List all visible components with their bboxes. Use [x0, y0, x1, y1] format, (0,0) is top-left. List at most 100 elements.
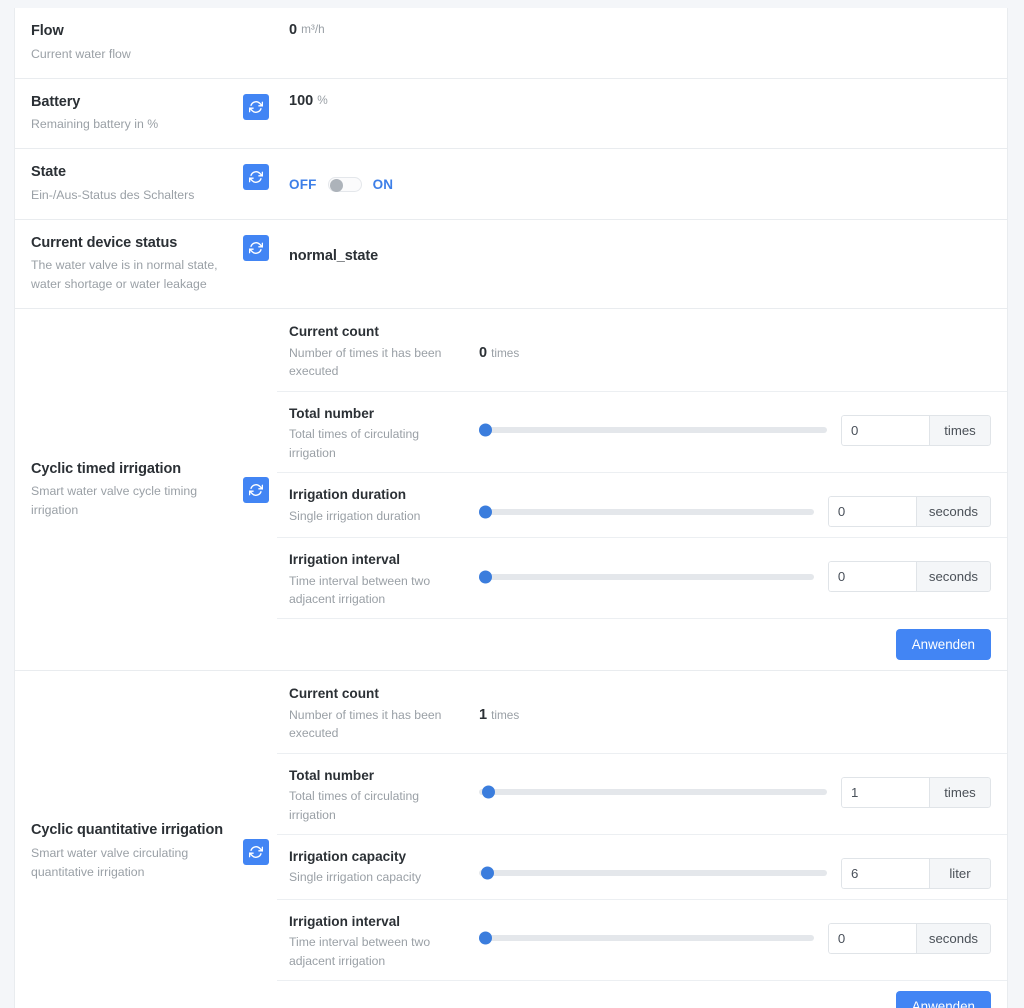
expose-label-battery: Battery Remaining battery in % — [15, 79, 277, 149]
expose-description: Smart water valve cycle timing irrigatio… — [31, 484, 198, 518]
sub-description: Single irrigation duration — [289, 508, 421, 523]
expose-description: Remaining battery in % — [31, 117, 159, 132]
apply-button-cyclic-quantitative[interactable]: Anwenden — [895, 990, 991, 1008]
flow-value: 0 — [289, 22, 298, 38]
expose-label-device-status: Current device status The water valve is… — [15, 220, 277, 309]
sub-title: Irrigation interval — [289, 913, 401, 929]
irrigation-interval-slider[interactable] — [479, 931, 814, 945]
slider-thumb[interactable] — [481, 866, 494, 880]
expose-label-state: State Ein-/Aus-Status des Schalters — [15, 149, 277, 219]
total-number-unit: times — [929, 776, 991, 808]
toggle-knob — [329, 178, 343, 192]
expose-value-device-status: normal_state — [277, 220, 1007, 309]
state-toggle[interactable] — [327, 176, 362, 192]
expose-description: Current water flow — [31, 46, 131, 61]
slider-thumb[interactable] — [479, 931, 492, 945]
sub-row-irrigation-interval: Irrigation interval Time interval betwee… — [277, 900, 1007, 980]
slider-track — [479, 573, 814, 580]
sub-title: Total number — [289, 405, 375, 421]
slider-thumb[interactable] — [479, 505, 492, 519]
expose-title: Cyclic quantitative irrigation — [31, 822, 223, 839]
expose-title: State — [31, 164, 66, 181]
device-status-value: normal_state — [289, 247, 379, 264]
current-count-value: 1 — [479, 707, 488, 724]
sub-row-total-number: Total number Total times of circulating … — [277, 392, 1007, 474]
refresh-button-battery[interactable] — [243, 93, 269, 120]
refresh-icon — [249, 170, 263, 184]
slider-thumb[interactable] — [482, 785, 495, 799]
irrigation-interval-input-group[interactable]: 0 seconds — [827, 561, 991, 593]
sub-title: Current count — [289, 686, 379, 702]
expose-label-cyclic-timed: Cyclic timed irrigation Smart water valv… — [15, 309, 277, 670]
expose-title: Battery — [31, 93, 81, 110]
toggle-on-label[interactable]: ON — [373, 177, 394, 192]
expose-value-state: OFF ON — [277, 149, 1007, 219]
expose-title: Cyclic timed irrigation — [31, 460, 181, 477]
expose-row-cyclic-timed-irrigation: Cyclic timed irrigation Smart water valv… — [15, 309, 1007, 672]
irrigation-interval-input[interactable]: 0 — [827, 922, 916, 954]
expose-row-device-status: Current device status The water valve is… — [15, 220, 1007, 310]
refresh-button-device-status[interactable] — [243, 234, 269, 261]
irrigation-duration-input[interactable]: 0 — [827, 496, 916, 528]
slider-track — [479, 789, 827, 796]
expose-title: Flow — [31, 23, 64, 39]
total-number-input[interactable]: 1 — [841, 776, 929, 808]
sub-description: Number of times it has been executed — [289, 346, 442, 379]
slider-thumb[interactable] — [479, 570, 492, 584]
sub-description: Single irrigation capacity — [289, 870, 422, 885]
sub-title: Total number — [289, 767, 375, 783]
total-number-unit: times — [929, 414, 991, 446]
sub-row-irrigation-duration: Irrigation duration Single irrigation du… — [277, 473, 1007, 539]
expose-row-battery: Battery Remaining battery in % 100 % — [15, 79, 1007, 150]
device-exposes-page: Flow Current water flow 0 m³/h Battery R… — [0, 0, 1024, 1008]
sub-title: Irrigation capacity — [289, 848, 407, 864]
sub-title: Current count — [289, 324, 379, 340]
irrigation-interval-unit: seconds — [915, 922, 991, 954]
current-count-value: 0 — [479, 345, 488, 362]
refresh-button-state[interactable] — [243, 164, 269, 191]
slider-track — [479, 870, 827, 877]
expose-row-cyclic-quantitative-irrigation: Cyclic quantitative irrigation Smart wat… — [15, 671, 1007, 1008]
sub-description: Total times of circulating irrigation — [289, 427, 420, 460]
irrigation-duration-slider[interactable] — [479, 505, 814, 519]
exposes-card: Flow Current water flow 0 m³/h Battery R… — [14, 8, 1008, 1008]
cyclic-quantitative-apply-row: Anwenden — [277, 980, 1007, 1008]
expose-description: Smart water valve circulating quantitati… — [31, 845, 189, 879]
total-number-input-group[interactable]: 1 times — [841, 776, 991, 808]
slider-thumb[interactable] — [479, 423, 492, 437]
expose-description: Ein-/Aus-Status des Schalters — [31, 187, 195, 202]
sub-title: Irrigation duration — [289, 487, 407, 503]
expose-value-flow: 0 m³/h — [277, 8, 1007, 78]
battery-value: 100 — [289, 92, 314, 109]
sub-row-irrigation-capacity: Irrigation capacity Single irrigation ca… — [277, 835, 1007, 900]
sub-description: Number of times it has been executed — [289, 707, 442, 741]
total-number-input[interactable]: 0 — [841, 414, 929, 446]
sub-description: Total times of circulating irrigation — [289, 789, 420, 822]
total-number-input-group[interactable]: 0 times — [841, 414, 991, 446]
irrigation-capacity-slider[interactable] — [479, 866, 827, 880]
cyclic-timed-sub-rows: Current count Number of times it has bee… — [277, 309, 1007, 670]
irrigation-interval-input-group[interactable]: 0 seconds — [827, 922, 991, 954]
expose-title: Current device status — [31, 234, 178, 251]
toggle-off-label[interactable]: OFF — [289, 177, 317, 192]
irrigation-interval-slider[interactable] — [479, 570, 814, 584]
expose-row-state: State Ein-/Aus-Status des Schalters OFF … — [15, 149, 1007, 220]
refresh-icon — [249, 100, 263, 114]
sub-description: Time interval between two adjacent irrig… — [289, 935, 431, 968]
expose-description: The water valve is in normal state, wate… — [31, 258, 218, 292]
total-number-slider[interactable] — [479, 785, 827, 799]
irrigation-interval-unit: seconds — [915, 561, 991, 593]
total-number-slider[interactable] — [479, 423, 827, 437]
flow-unit: m³/h — [301, 22, 325, 36]
irrigation-capacity-input-group[interactable]: 6 liter — [841, 857, 991, 889]
apply-button-cyclic-timed[interactable]: Anwenden — [895, 629, 991, 661]
irrigation-duration-input-group[interactable]: 0 seconds — [827, 496, 991, 528]
refresh-button-cyclic-timed[interactable] — [243, 477, 269, 504]
refresh-button-cyclic-quantitative[interactable] — [243, 839, 269, 866]
refresh-icon — [249, 483, 263, 497]
irrigation-capacity-input[interactable]: 6 — [841, 857, 929, 889]
sub-row-current-count: Current count Number of times it has bee… — [277, 671, 1007, 754]
irrigation-interval-input[interactable]: 0 — [827, 561, 916, 593]
sub-title: Irrigation interval — [289, 552, 401, 568]
expose-value-battery: 100 % — [277, 79, 1007, 149]
